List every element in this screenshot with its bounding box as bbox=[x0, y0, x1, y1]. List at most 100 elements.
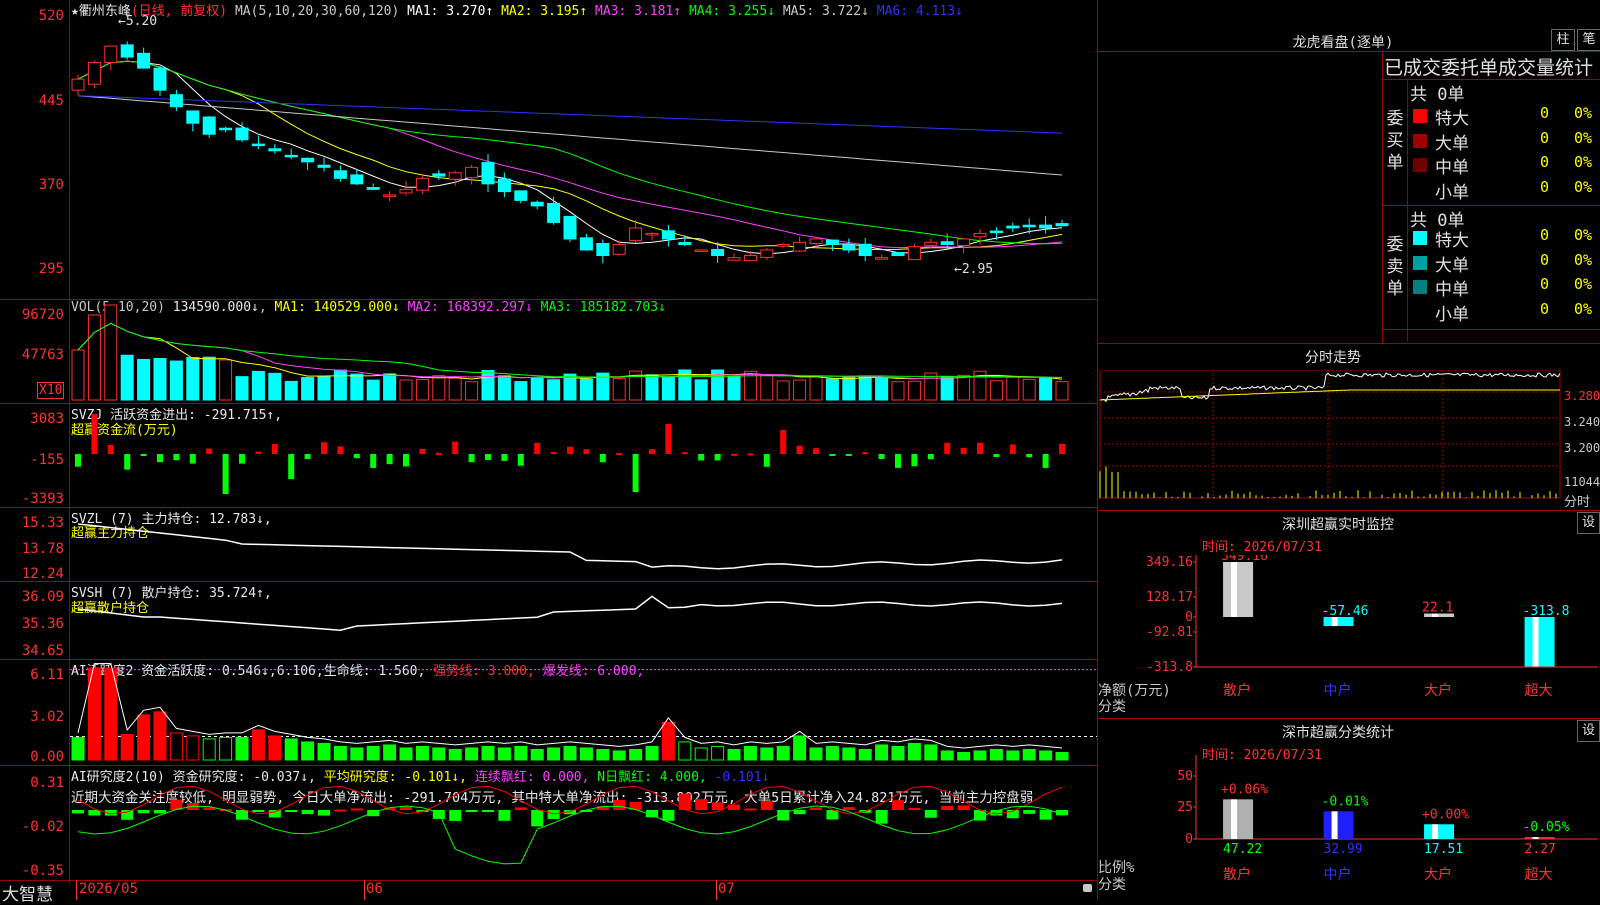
buy-row-pct: 0% bbox=[1574, 104, 1593, 122]
svzj-bar bbox=[239, 454, 245, 464]
ai-research-bar bbox=[268, 810, 281, 818]
candle-body bbox=[235, 127, 249, 141]
tick-mode-button[interactable]: 笔 bbox=[1577, 29, 1600, 51]
sell-color-swatch bbox=[1413, 280, 1427, 294]
class-bar-name: 散户 bbox=[1223, 866, 1251, 883]
svzj-bar bbox=[796, 445, 803, 454]
ai-active-bar bbox=[284, 738, 298, 761]
buy-total: 共 0单 bbox=[1410, 85, 1465, 105]
ai-research-bar bbox=[908, 807, 921, 810]
ai-active-bar bbox=[973, 750, 987, 761]
volume-bar bbox=[104, 304, 118, 401]
candle-body bbox=[137, 52, 151, 69]
volume-bar bbox=[235, 376, 249, 401]
candle-body bbox=[596, 242, 610, 256]
candle-body bbox=[514, 190, 528, 201]
ai-active-bar bbox=[366, 745, 380, 761]
candle-body bbox=[120, 44, 134, 58]
axis-tick-label: -92.81 bbox=[1146, 625, 1193, 640]
ai-research-bar bbox=[72, 810, 84, 814]
ai-active-bar bbox=[1006, 750, 1020, 761]
chart-area[interactable]: ★衢州东峰(日线, 前复权) MA(5,10,20,30,60,120) MA1… bbox=[0, 0, 1098, 905]
svzj-bar bbox=[222, 454, 229, 494]
candle-body bbox=[104, 45, 118, 64]
ai-research-bar bbox=[121, 810, 134, 820]
low-marker: 2.95 bbox=[961, 262, 994, 277]
svzj-bar bbox=[206, 448, 213, 454]
class-bar bbox=[1223, 799, 1254, 839]
class-bar-ratio: 17.51 bbox=[1424, 842, 1463, 857]
ai-research-bar bbox=[482, 810, 494, 812]
axis-tick-label: 25 bbox=[1177, 800, 1193, 815]
ai-research-bar bbox=[941, 806, 954, 810]
sz-monitor-settings-button[interactable]: 设 bbox=[1577, 512, 1600, 534]
svzj-bar bbox=[550, 451, 557, 454]
svzj-bar bbox=[763, 454, 770, 467]
ai-active-bar bbox=[825, 745, 839, 761]
ai-research-bar bbox=[924, 810, 937, 818]
candle-body bbox=[153, 67, 167, 91]
ai-active-bar bbox=[251, 729, 265, 761]
ai-research-bar bbox=[350, 808, 363, 811]
svzj-axis-2: -155 bbox=[30, 452, 64, 468]
svzj-bar bbox=[993, 454, 1000, 458]
ai-research-bar bbox=[957, 805, 970, 810]
candle-body bbox=[87, 62, 101, 85]
candle-body bbox=[776, 243, 790, 247]
candle-body bbox=[875, 257, 889, 260]
ai-research-axis-2: -0.02 bbox=[21, 819, 64, 835]
candle-body bbox=[924, 241, 938, 246]
volume-bar bbox=[825, 378, 839, 401]
ai-active-bar bbox=[678, 741, 692, 761]
sell-row-name: 中单 bbox=[1435, 280, 1469, 300]
volume-bar bbox=[333, 369, 347, 401]
volume-bar bbox=[284, 380, 298, 401]
volume-bar bbox=[120, 354, 134, 401]
class-bar-highlight bbox=[1231, 562, 1238, 617]
volume-bar bbox=[842, 376, 856, 401]
ai-active-bar bbox=[399, 747, 413, 761]
ai-active-bar bbox=[432, 747, 446, 761]
sz-class-settings-button[interactable]: 设 bbox=[1577, 720, 1600, 742]
ai-active-bar bbox=[989, 748, 1003, 761]
volume-bar bbox=[1022, 378, 1036, 401]
candle-body bbox=[169, 94, 183, 108]
volume-bar bbox=[415, 379, 429, 401]
sz-monitor-title: 深圳超赢实时监控 bbox=[1282, 517, 1394, 533]
price-axis-295: 295 bbox=[38, 261, 64, 277]
class-bar-highlight bbox=[1331, 811, 1338, 839]
ai-active-bar bbox=[481, 745, 495, 761]
svsh-line bbox=[77, 595, 1063, 631]
buy-row-pct: 0% bbox=[1574, 128, 1593, 147]
sell-row-count: 0 bbox=[1540, 299, 1550, 318]
class-bar-value: -57.46 bbox=[1322, 604, 1369, 619]
ai-active-bar bbox=[579, 747, 593, 761]
intraday-vol-unit: 分时 bbox=[1564, 495, 1591, 510]
ai-active-bar bbox=[137, 714, 151, 761]
lock-icon[interactable] bbox=[1083, 884, 1092, 892]
class-bar-name: 中户 bbox=[1324, 866, 1352, 883]
svsh-axis-2: 35.36 bbox=[21, 616, 64, 632]
svzl-line bbox=[77, 523, 1063, 570]
buy-row-count: 0 bbox=[1540, 153, 1550, 171]
sell-row-count: 0 bbox=[1540, 250, 1550, 269]
candle-body bbox=[678, 242, 692, 245]
svzj-bar bbox=[1059, 443, 1065, 454]
sell-row-count: 0 bbox=[1540, 226, 1550, 244]
candle-body bbox=[1006, 225, 1020, 229]
volume-bar bbox=[317, 375, 331, 401]
candle-body bbox=[793, 241, 807, 252]
candle-body bbox=[366, 186, 380, 190]
ai-active-bar bbox=[169, 732, 183, 761]
date-label-1: 2026/05 bbox=[79, 881, 139, 897]
volume-bar bbox=[875, 377, 889, 401]
bar-mode-button[interactable]: 柱 bbox=[1551, 29, 1575, 51]
svzl-axis-3: 12.24 bbox=[21, 566, 64, 582]
buy-color-swatch bbox=[1413, 158, 1427, 172]
svzj-bar bbox=[780, 430, 787, 454]
volume-bar bbox=[514, 381, 528, 401]
svzj-bar bbox=[288, 454, 295, 479]
volume-bar bbox=[301, 377, 315, 401]
ai-research-axis-3: -0.35 bbox=[21, 863, 64, 879]
volume-bar bbox=[268, 372, 282, 401]
